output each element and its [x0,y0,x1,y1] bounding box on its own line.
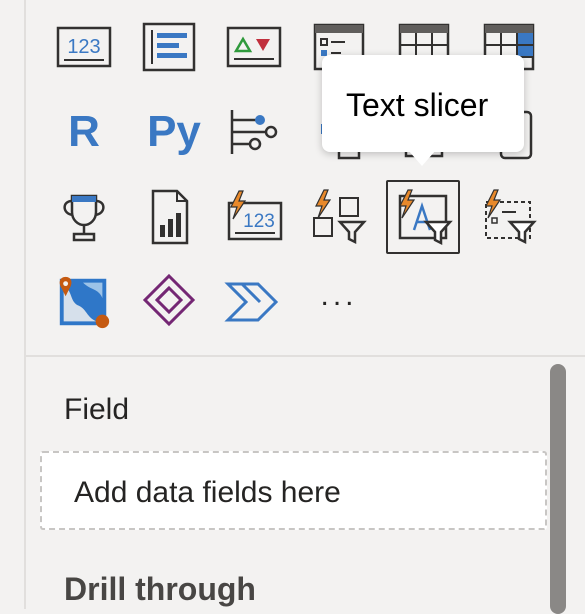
power-automate-button[interactable] [224,272,284,332]
preview-card-button[interactable]: 123 [224,187,284,247]
preview-list-slicer-button[interactable] [479,187,539,247]
r-script-visual-button[interactable]: R [54,102,114,162]
preview-button-slicer-button[interactable] [309,187,369,247]
list-slicer-icon [485,189,537,245]
preview-card-icon: 123 [227,190,283,241]
tooltip: Text slicer [322,55,524,166]
section-divider [26,355,585,357]
azure-map-button[interactable] [54,272,114,332]
button-slicer-icon [313,189,367,245]
power-apps-button[interactable] [139,272,199,332]
paginated-report-button[interactable] [139,187,199,247]
python-icon: Py [147,107,201,156]
field-drop-well[interactable]: Add data fields here [40,451,547,530]
tooltip-text: Text slicer [346,87,489,123]
card-icon-digits: 123 [67,36,100,58]
power-automate-icon [224,282,279,322]
power-apps-icon [142,273,196,327]
goals-visual-button[interactable] [54,187,114,247]
field-section-label: Field [64,393,130,426]
card-icon: 123 [56,26,112,68]
kpi-visual-button[interactable] [224,17,284,77]
azure-map-icon [59,276,110,329]
field-well-placeholder: Add data fields here [74,476,341,509]
paginated-report-icon [151,189,189,245]
card-visual-button[interactable]: 123 [54,17,114,77]
scrollbar-thumb[interactable] [550,364,566,614]
text-slicer-icon [398,189,453,246]
python-visual-button[interactable]: Py [139,102,209,162]
preview-card-digits: 123 [243,211,275,232]
get-more-visuals-button[interactable]: ... [309,272,369,332]
more-icon: ... [320,279,358,312]
tooltip-arrow [408,150,436,166]
key-influencers-button[interactable] [224,102,284,162]
text-slicer-button[interactable] [386,180,460,254]
trophy-icon [63,194,105,242]
r-script-icon: R [68,107,100,156]
visualizations-pane: 123 R Py 123 ... Text slicer Field Add d… [0,0,585,614]
key-influencers-icon [230,110,278,154]
multi-row-card-button[interactable] [139,17,199,77]
drill-through-heading[interactable]: Drill through [64,568,256,610]
kpi-icon [226,26,282,68]
visual-gallery: 123 R Py 123 ... [26,0,585,355]
multi-row-card-icon [142,22,196,72]
